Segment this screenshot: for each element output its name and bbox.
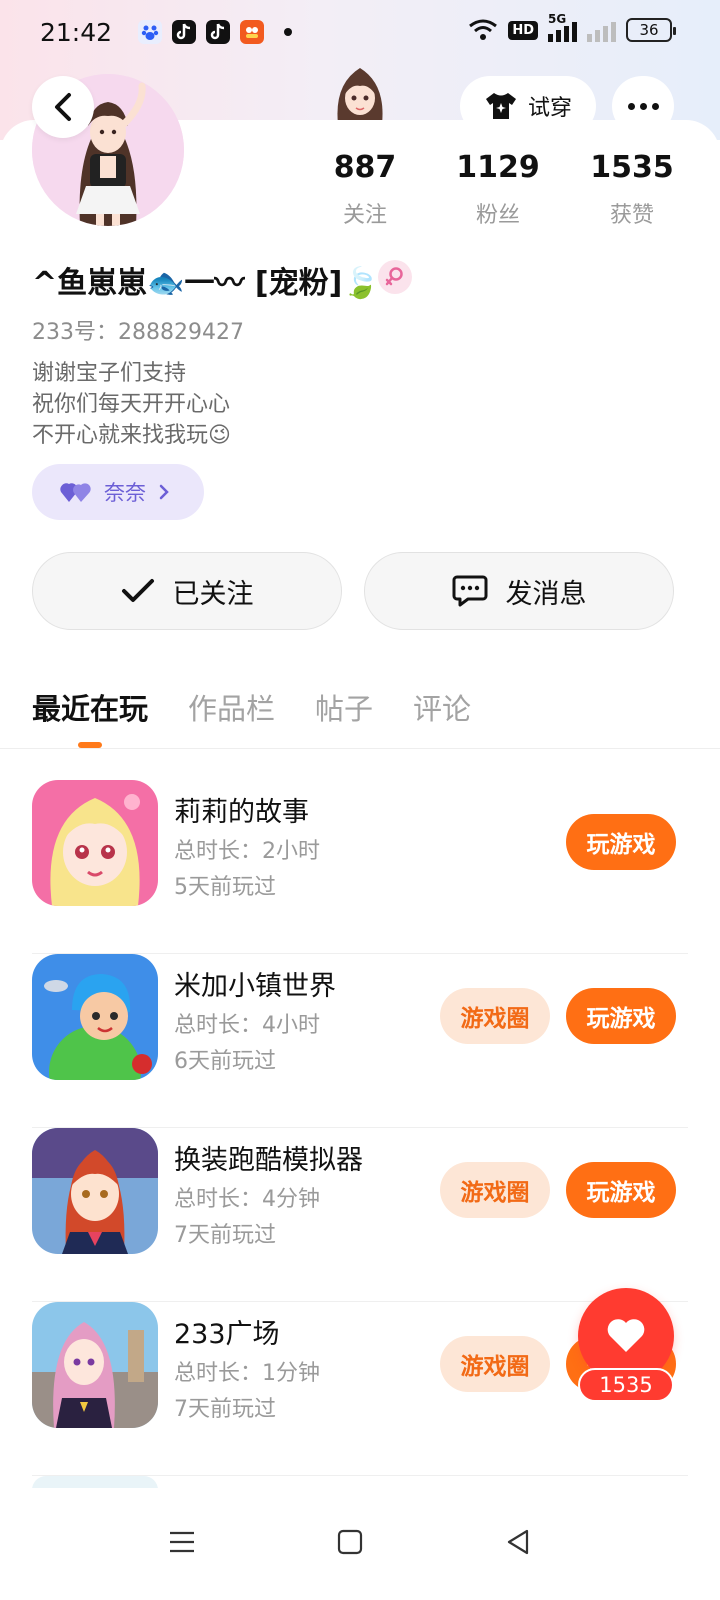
game-title: 换装跑酷模拟器 [174, 1145, 363, 1176]
play-game-button[interactable]: 玩游戏 [566, 814, 676, 870]
more-notifications-dot [284, 28, 293, 36]
female-gender-icon [378, 260, 412, 294]
home-nav-button[interactable] [320, 1512, 380, 1572]
bio-line: 不开心就来找我玩😉 [32, 423, 231, 448]
user-id: 233号：288829427 [32, 320, 244, 345]
more-dots-icon [627, 102, 635, 110]
check-icon [121, 579, 154, 602]
game-meta: 总时长：4小时 6天前玩过 [174, 1008, 320, 1080]
bio-line: 谢谢宝子们支持 [32, 361, 187, 386]
try-on-button[interactable]: 试穿 [460, 76, 596, 136]
signal-5g: 5G [548, 12, 577, 42]
nickname: ^鱼崽崽🐟一〰 [宠粉]🍃 [32, 266, 380, 301]
home-square-icon [337, 1529, 363, 1555]
send-message-label: 发消息 [505, 578, 587, 610]
tab-comments[interactable]: 评论 [413, 686, 471, 728]
game-circle-button[interactable]: 游戏圈 [440, 988, 550, 1044]
list-item[interactable]: 米加小镇世界 总时长：4小时 6天前玩过 游戏圈 玩游戏 [0, 954, 720, 1128]
douyin-icon [206, 20, 231, 44]
game-circle-button[interactable]: 游戏圈 [440, 1162, 550, 1218]
game-icon-lily-story[interactable] [32, 780, 158, 906]
like-count-badge: 1535 [578, 1368, 674, 1402]
status-time: 21:42 [40, 17, 113, 47]
play-game-button[interactable]: 玩游戏 [566, 1162, 676, 1218]
back-triangle-icon [507, 1529, 529, 1555]
tab-works[interactable]: 作品栏 [188, 686, 275, 728]
heart-icon [607, 1319, 645, 1352]
menu-nav-button[interactable] [152, 1512, 212, 1572]
game-meta: 总时长：4分钟 7天前玩过 [174, 1182, 320, 1254]
hd-badge: HD [508, 20, 538, 40]
game-circle-button[interactable]: 游戏圈 [440, 1336, 550, 1392]
list-item[interactable]: 换装跑酷模拟器 总时长：4分钟 7天前玩过 游戏圈 玩游戏 [0, 1128, 720, 1302]
menu-icon [170, 1531, 194, 1553]
game-duration: 总时长：2小时 [174, 839, 320, 864]
tabs-divider [0, 748, 720, 749]
likes-label: 获赞 [609, 203, 654, 228]
game-duration: 总时长：4分钟 [174, 1187, 320, 1212]
system-nav-bar [0, 1488, 720, 1600]
game-last-played: 6天前玩过 [174, 1049, 276, 1074]
chevron-right-icon [159, 484, 169, 500]
following-count: 887 [333, 150, 397, 185]
signal-bars-secondary-icon [587, 18, 616, 42]
game-duration: 总时长：1分钟 [174, 1361, 320, 1386]
status-bar: 21:42 HD 5G 36 [0, 0, 720, 64]
battery-level: 36 [639, 21, 659, 39]
try-on-label: 试穿 [527, 96, 572, 121]
following-label: 关注 [342, 203, 387, 228]
douyin-icon [172, 20, 197, 44]
more-button[interactable] [612, 76, 674, 136]
baidu-icon [138, 20, 163, 44]
back-nav-button[interactable] [488, 1512, 548, 1572]
followed-button[interactable]: 已关注 [32, 552, 342, 630]
game-title: 233广场 [174, 1319, 280, 1350]
game-last-played: 7天前玩过 [174, 1397, 276, 1422]
likes-count: 1535 [590, 150, 674, 185]
game-icon-dressup-parkour[interactable] [32, 1128, 158, 1254]
play-game-button[interactable]: 玩游戏 [566, 988, 676, 1044]
game-last-played: 7天前玩过 [174, 1223, 276, 1248]
friend-tag-label: 奈奈 [104, 481, 146, 505]
header-avatar-figure [328, 64, 392, 124]
bio-line: 祝你们每天开开心心 [32, 392, 231, 417]
heart-pair-icon [60, 483, 91, 502]
followers-label: 粉丝 [475, 203, 520, 228]
followers-count: 1129 [456, 150, 540, 185]
battery-icon: 36 [626, 18, 676, 42]
status-icons: HD 5G 36 [468, 12, 676, 42]
stat-likes[interactable]: 1535 获赞 [562, 150, 702, 229]
stat-followers[interactable]: 1129 粉丝 [428, 150, 568, 229]
game-meta: 总时长：2小时 5天前玩过 [174, 834, 320, 906]
game-meta: 总时长：1分钟 7天前玩过 [174, 1356, 320, 1428]
game-icon-miga-town[interactable] [32, 954, 158, 1080]
game-duration: 总时长：4小时 [174, 1013, 320, 1038]
bio: 谢谢宝子们支持 祝你们每天开开心心 不开心就来找我玩😉 [32, 358, 231, 451]
back-button[interactable] [32, 76, 94, 138]
game-title: 莉莉的故事 [174, 797, 309, 828]
tab-posts[interactable]: 帖子 [315, 686, 373, 728]
tshirt-icon [485, 93, 516, 119]
game-title: 米加小镇世界 [174, 971, 336, 1002]
followed-label: 已关注 [172, 578, 254, 610]
game-icon-233-plaza[interactable] [32, 1302, 158, 1428]
list-item[interactable]: 莉莉的故事 总时长：2小时 5天前玩过 玩游戏 [0, 780, 720, 954]
network-type: 5G [548, 12, 567, 26]
app-icon [240, 20, 265, 44]
wifi-icon [469, 19, 498, 40]
profile-tabs: 最近在玩 作品栏 帖子 评论 [32, 686, 471, 728]
tab-recent-played[interactable]: 最近在玩 [32, 686, 148, 728]
message-bubble-icon [452, 575, 487, 607]
stat-following[interactable]: 887 关注 [295, 150, 435, 229]
game-last-played: 5天前玩过 [174, 875, 276, 900]
send-message-button[interactable]: 发消息 [364, 552, 674, 630]
back-arrow-icon [55, 93, 71, 121]
friend-tag[interactable]: 奈奈 [32, 464, 204, 520]
